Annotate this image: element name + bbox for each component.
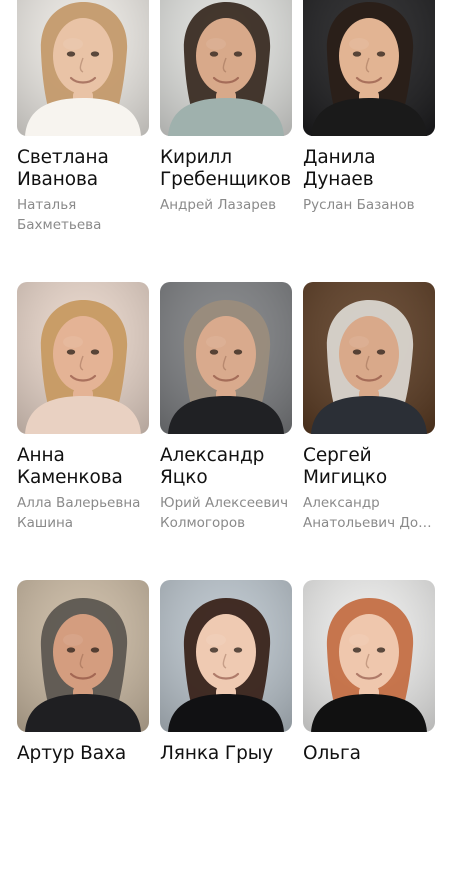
- actor-name[interactable]: Светлана Иванова: [17, 147, 157, 190]
- actor-name[interactable]: Анна Каменкова: [17, 445, 157, 488]
- actor-name[interactable]: Александр Яцко: [160, 445, 300, 488]
- actor-name[interactable]: Сергей Мигицко: [303, 445, 443, 488]
- cast-card[interactable]: Анна Каменкова Алла Валерьевна Кашина: [17, 282, 149, 580]
- actor-photo[interactable]: [17, 580, 149, 732]
- actor-photo-icon: [160, 580, 292, 732]
- character-name-line: Руслан Базанов: [303, 197, 415, 213]
- character-name-line: Наталья: [17, 197, 77, 213]
- character-name: Алла Валерьевна Кашина: [17, 493, 149, 533]
- character-name: Руслан Базанов: [303, 195, 435, 215]
- character-name-line: Андрей Лазарев: [160, 197, 277, 213]
- character-name-line: Анатольевич До…: [303, 515, 432, 531]
- actor-photo[interactable]: [160, 580, 292, 732]
- actor-photo-icon: [17, 580, 149, 732]
- cast-grid: Светлана Иванова Наталья Бахметьева Кири…: [17, 0, 435, 878]
- character-name-line: Бахметьева: [17, 217, 102, 233]
- actor-name[interactable]: Данила Дунаев: [303, 147, 443, 190]
- actor-photo[interactable]: [160, 282, 292, 434]
- character-name-line: Александр: [303, 495, 380, 511]
- character-name: Юрий Алексеевич Колмогоров: [160, 493, 292, 533]
- actor-name[interactable]: Артур Ваха: [17, 743, 157, 765]
- actor-photo-icon: [17, 0, 149, 136]
- character-name: Александр Анатольевич До…: [303, 493, 435, 533]
- actor-photo[interactable]: [160, 0, 292, 136]
- actor-name[interactable]: Лянка Грыу: [160, 743, 300, 765]
- actor-photo[interactable]: [303, 0, 435, 136]
- cast-card[interactable]: Александр Яцко Юрий Алексеевич Колмогоро…: [160, 282, 292, 580]
- actor-photo[interactable]: [303, 282, 435, 434]
- cast-card[interactable]: Артур Ваха: [17, 580, 149, 878]
- actor-name[interactable]: Кирилл Гребенщиков: [160, 147, 300, 190]
- character-name-line: Юрий Алексеевич: [160, 495, 289, 511]
- cast-card[interactable]: Кирилл Гребенщиков Андрей Лазарев: [160, 0, 292, 282]
- actor-photo[interactable]: [17, 0, 149, 136]
- character-name-line: Колмогоров: [160, 515, 246, 531]
- cast-card[interactable]: Светлана Иванова Наталья Бахметьева: [17, 0, 149, 282]
- character-name-line: Кашина: [17, 515, 74, 531]
- actor-photo-icon: [303, 282, 435, 434]
- actor-photo[interactable]: [303, 580, 435, 732]
- cast-card[interactable]: Сергей Мигицко Александр Анатольевич До…: [303, 282, 435, 580]
- actor-name[interactable]: Ольга: [303, 743, 443, 765]
- actor-photo-icon: [303, 580, 435, 732]
- actor-photo-icon: [17, 282, 149, 434]
- character-name-line: Алла Валерьевна: [17, 495, 141, 511]
- cast-card[interactable]: Ольга: [303, 580, 435, 878]
- character-name: Андрей Лазарев: [160, 195, 292, 215]
- actor-photo[interactable]: [17, 282, 149, 434]
- cast-card[interactable]: Лянка Грыу: [160, 580, 292, 878]
- actor-photo-icon: [303, 0, 435, 136]
- character-name: Наталья Бахметьева: [17, 195, 149, 235]
- cast-card[interactable]: Данила Дунаев Руслан Базанов: [303, 0, 435, 282]
- actor-photo-icon: [160, 0, 292, 136]
- actor-photo-icon: [160, 282, 292, 434]
